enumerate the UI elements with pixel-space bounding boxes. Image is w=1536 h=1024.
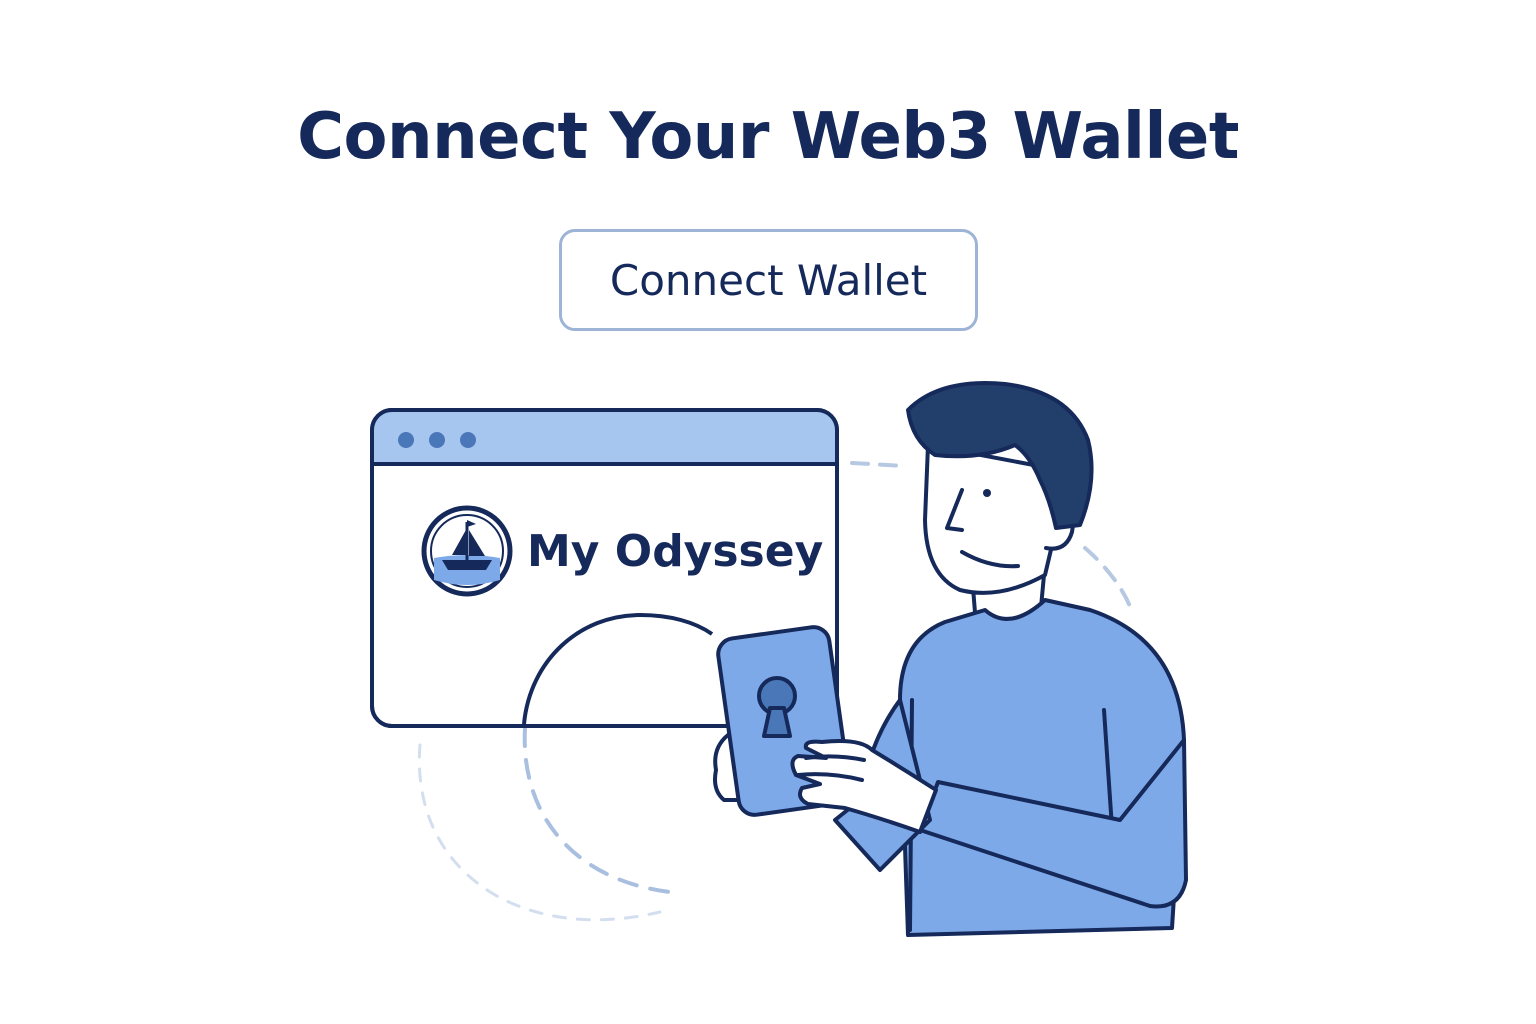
window-dot <box>460 432 476 448</box>
ship-logo-icon <box>421 505 513 597</box>
window-dot <box>398 432 414 448</box>
brand-name: My Odyssey <box>527 526 823 577</box>
wallet-illustration: My Odyssey <box>370 381 1188 937</box>
keyhole-icon <box>757 676 797 738</box>
window-dot <box>429 432 445 448</box>
